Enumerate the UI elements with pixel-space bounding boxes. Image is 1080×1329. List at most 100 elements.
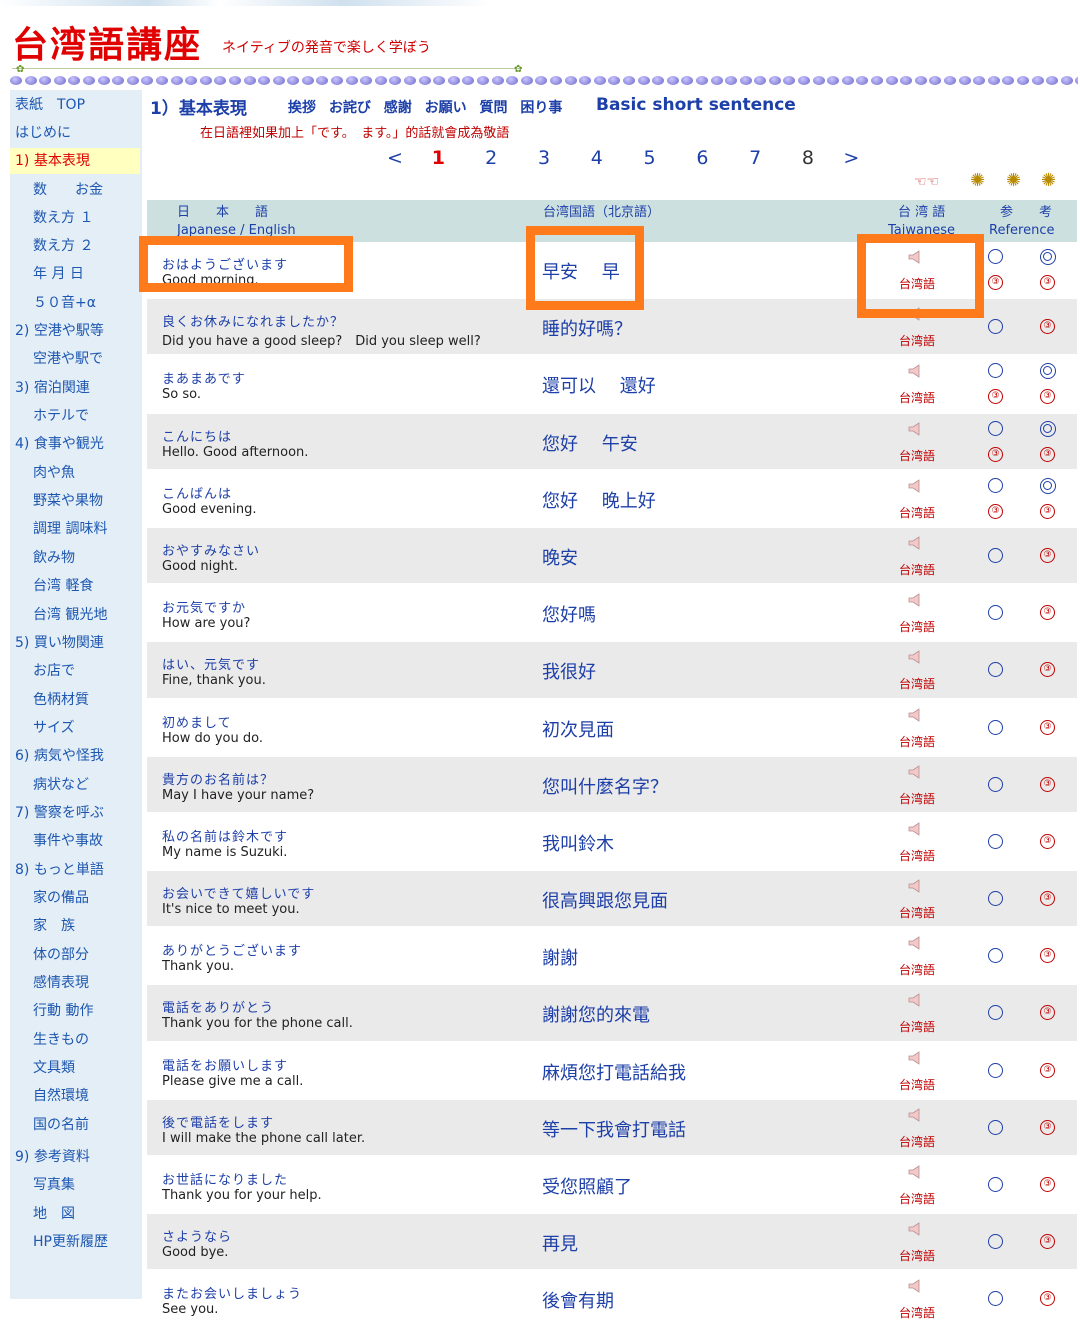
next-page-link[interactable]: >	[834, 147, 868, 169]
sidebar-item[interactable]: 地 図	[10, 1201, 75, 1227]
sidebar-item[interactable]: お店で	[10, 658, 75, 684]
taiwanese-audio-link[interactable]: 台湾語	[899, 1190, 935, 1207]
sidebar-item[interactable]: 国の名前	[10, 1112, 89, 1138]
sidebar-item[interactable]: ５０音+α	[10, 290, 96, 316]
page-link[interactable]: 4	[570, 147, 623, 169]
sidebar-item[interactable]: 文具類	[10, 1055, 75, 1081]
reference-number-link[interactable]: ③	[1040, 547, 1055, 563]
sidebar-item[interactable]: 感情表現	[10, 970, 89, 996]
page-link[interactable]: 8	[782, 147, 835, 169]
taiwanese-audio-link[interactable]: 台湾語	[899, 332, 935, 349]
speaker-icon[interactable]	[908, 364, 922, 379]
sidebar-item[interactable]: 体の部分	[10, 942, 89, 968]
reference-circle-icon[interactable]	[988, 776, 1003, 792]
reference-circle-icon[interactable]	[988, 477, 1003, 493]
speaker-icon[interactable]	[908, 593, 922, 607]
reference-number-link[interactable]: ③	[1040, 1234, 1055, 1250]
reference-circle-icon[interactable]	[988, 891, 1003, 907]
reference-number-link[interactable]: ③	[1040, 389, 1055, 405]
reference-circle-icon[interactable]	[988, 420, 1003, 436]
sidebar-item[interactable]: 5) 買い物関連	[10, 630, 104, 656]
taiwanese-audio-link[interactable]: 台湾語	[899, 1076, 935, 1093]
page-link[interactable]: 7	[729, 147, 782, 169]
reference-circle-icon[interactable]	[988, 719, 1003, 735]
sidebar-item[interactable]: 数 お金	[10, 177, 103, 203]
reference-number-link[interactable]: ③	[1040, 948, 1055, 964]
reference-number-link[interactable]: ③	[1040, 776, 1055, 792]
reference-number-link[interactable]: ③	[1040, 833, 1055, 849]
sidebar-item[interactable]: 飲み物	[10, 545, 75, 571]
taiwanese-audio-link[interactable]: 台湾語	[899, 389, 935, 406]
speaker-icon[interactable]	[908, 536, 922, 550]
reference-number-link[interactable]: ③	[988, 446, 1003, 462]
sidebar-item[interactable]: 写真集	[10, 1172, 75, 1198]
taiwanese-audio-link[interactable]: 台湾語	[899, 447, 935, 464]
reference-circle-icon[interactable]	[988, 948, 1003, 964]
taiwanese-audio-link[interactable]: 台湾語	[899, 504, 935, 521]
sidebar-item[interactable]: 台湾 軽食	[10, 573, 93, 599]
taiwanese-audio-link[interactable]: 台湾語	[899, 675, 935, 692]
speaker-icon[interactable]	[908, 1050, 922, 1065]
speaker-icon[interactable]	[908, 479, 922, 493]
reference-number-link[interactable]: ③	[1040, 1177, 1055, 1192]
speaker-icon[interactable]	[908, 879, 922, 893]
reference-circle-icon[interactable]	[988, 1177, 1003, 1192]
sidebar-item[interactable]: 2) 空港や駅等	[10, 318, 104, 344]
speaker-icon[interactable]	[908, 1165, 922, 1179]
speaker-icon[interactable]	[908, 822, 922, 836]
reference-double-circle-icon[interactable]	[1040, 249, 1056, 265]
taiwanese-audio-link[interactable]: 台湾語	[899, 618, 935, 635]
reference-circle-icon[interactable]	[988, 249, 1003, 264]
reference-number-link[interactable]: ③	[988, 503, 1003, 519]
reference-number-link[interactable]: ③	[988, 389, 1003, 405]
sidebar-item[interactable]: 4) 食事や観光	[10, 431, 104, 457]
taiwanese-audio-link[interactable]: 台湾語	[899, 1304, 935, 1321]
reference-number-link[interactable]: ③	[1040, 319, 1055, 335]
sidebar-item[interactable]: ホテルで	[10, 403, 89, 429]
sidebar-item[interactable]: 事件や事故	[10, 828, 103, 854]
taiwanese-audio-link[interactable]: 台湾語	[899, 847, 935, 864]
sidebar-item[interactable]: 調理 調味料	[10, 516, 107, 542]
page-link[interactable]: 6	[676, 147, 729, 169]
page-link[interactable]: 3	[518, 147, 571, 169]
taiwanese-audio-link[interactable]: 台湾語	[899, 733, 935, 750]
reference-circle-icon[interactable]	[988, 662, 1003, 678]
taiwanese-audio-link[interactable]: 台湾語	[899, 1247, 935, 1264]
reference-circle-icon[interactable]	[988, 547, 1003, 563]
speaker-icon[interactable]	[908, 1222, 922, 1236]
sidebar-item[interactable]: 空港や駅で	[10, 346, 103, 372]
sidebar-item[interactable]: 表紙 TOP	[10, 92, 85, 118]
sidebar-item[interactable]: 生きもの	[10, 1027, 89, 1053]
reference-number-link[interactable]: ③	[1040, 662, 1055, 678]
sidebar-item[interactable]: 病状など	[10, 772, 89, 798]
taiwanese-audio-link[interactable]: 台湾語	[899, 561, 935, 578]
reference-number-link[interactable]: ③	[1040, 1062, 1055, 1078]
taiwanese-audio-link[interactable]: 台湾語	[899, 1018, 935, 1035]
sidebar-item[interactable]: サイズ	[10, 715, 75, 741]
prev-page-link[interactable]: <	[378, 147, 412, 169]
reference-number-link[interactable]: ③	[1040, 503, 1055, 519]
reference-double-circle-icon[interactable]	[1040, 420, 1056, 437]
sidebar-item[interactable]: 行動 動作	[10, 998, 93, 1024]
reference-number-link[interactable]: ③	[1040, 1005, 1055, 1021]
reference-circle-icon[interactable]	[988, 1005, 1003, 1021]
reference-number-link[interactable]: ③	[1040, 275, 1055, 290]
speaker-icon[interactable]	[908, 421, 922, 436]
sidebar-item[interactable]: 自然環境	[10, 1083, 89, 1109]
sidebar-item[interactable]: 年 月 日	[10, 261, 84, 287]
speaker-icon[interactable]	[908, 650, 922, 665]
sidebar-item[interactable]: 家の備品	[10, 885, 89, 911]
reference-circle-icon[interactable]	[988, 1234, 1003, 1250]
sidebar-item[interactable]: 数え方 ２	[10, 233, 93, 259]
sidebar-item[interactable]: 6) 病気や怪我	[10, 743, 104, 769]
speaker-icon[interactable]	[908, 764, 922, 779]
reference-number-link[interactable]: ③	[1040, 719, 1055, 735]
reference-number-link[interactable]: ③	[1040, 605, 1055, 621]
speaker-icon[interactable]	[908, 1108, 922, 1122]
reference-circle-icon[interactable]	[988, 833, 1003, 849]
page-link[interactable]: 2	[465, 147, 518, 169]
taiwanese-audio-link[interactable]: 台湾語	[899, 961, 935, 978]
sidebar-item[interactable]: 野菜や果物	[10, 488, 103, 514]
sidebar-item[interactable]: 9) 参考資料	[10, 1144, 90, 1170]
sidebar-item[interactable]: 肉や魚	[10, 460, 75, 486]
